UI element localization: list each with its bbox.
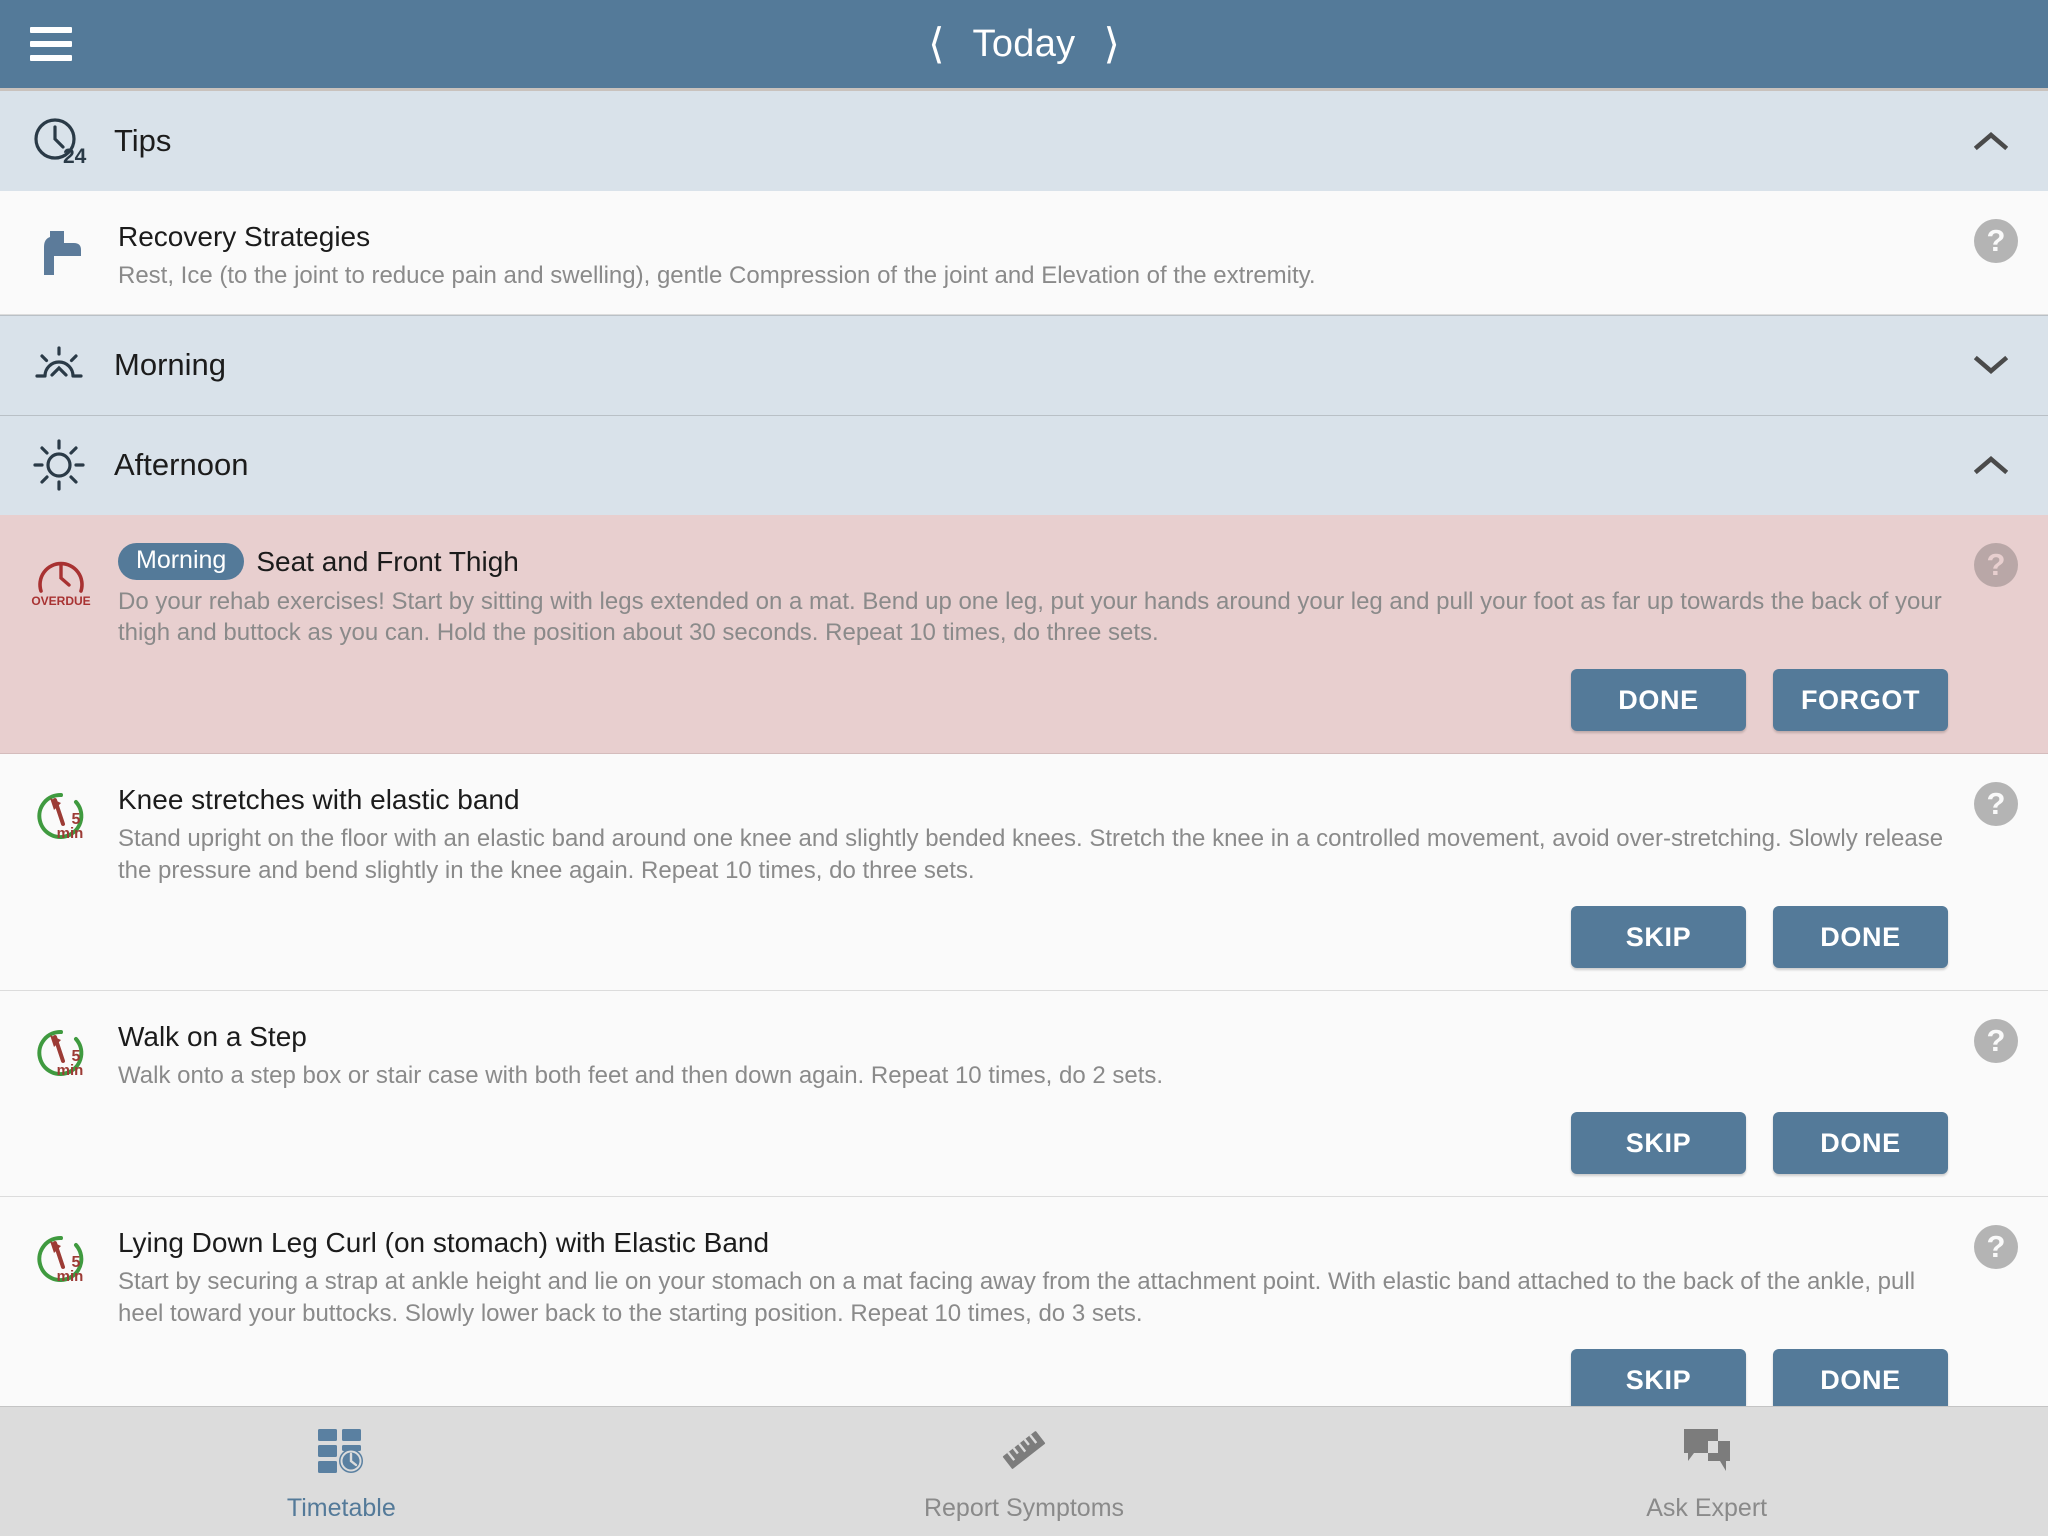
current-day-title: Today xyxy=(972,22,1076,65)
svg-text:min: min xyxy=(57,825,84,842)
task-body: Morning Seat and Front Thigh Do your reh… xyxy=(118,542,1948,732)
svg-text:min: min xyxy=(57,1268,84,1285)
task-description: Stand upright on the floor with an elast… xyxy=(118,825,1944,884)
task-title: Seat and Front Thigh xyxy=(256,545,519,577)
nav-label: Ask Expert xyxy=(1646,1493,1768,1522)
pointing-hand-icon xyxy=(30,223,92,281)
task-title: Lying Down Leg Curl (on stomach) with El… xyxy=(118,1227,770,1259)
task-row[interactable]: 5 min Lying Down Leg Curl (on stomach) w… xyxy=(0,1197,2048,1406)
nav-item-timetable[interactable]: Timetable xyxy=(0,1407,683,1536)
schedule-scroll-area[interactable]: 24 Tips Recovery Strategies Rest, Ice (t… xyxy=(0,91,2048,1406)
nav-label: Report Symptoms xyxy=(923,1493,1125,1522)
task-title-line: Lying Down Leg Curl (on stomach) with El… xyxy=(118,1225,1948,1260)
task-description: Do your rehab exercises! Start by sittin… xyxy=(118,587,1942,647)
overdue-clock-icon: OVERDUE xyxy=(30,547,92,609)
help-icon[interactable]: ? xyxy=(1974,782,2018,827)
task-actions: SKIP DONE xyxy=(118,906,1948,969)
task-title: Walk on a Step xyxy=(118,1021,307,1053)
nav-item-ask-expert[interactable]: Ask Expert xyxy=(1365,1407,2048,1536)
top-app-bar: ⟨ Today ⟩ xyxy=(0,0,2048,91)
tip-title: Recovery Strategies xyxy=(118,221,371,252)
task-row[interactable]: 5 min Knee stretches with elastic band S… xyxy=(0,754,2048,992)
next-day-chevron-right-icon[interactable]: ⟩ xyxy=(1103,23,1119,65)
help-icon[interactable]: ? xyxy=(1974,1225,2018,1270)
done-button[interactable]: DONE xyxy=(1773,1112,1948,1175)
task-description: Walk onto a step box or stair case with … xyxy=(118,1062,1164,1090)
section-title: Tips xyxy=(114,123,172,158)
nav-label: Timetable xyxy=(286,1493,396,1522)
task-row[interactable]: OVERDUE Morning Seat and Front Thigh Do … xyxy=(0,514,2048,755)
skip-button[interactable]: SKIP xyxy=(1571,1112,1746,1175)
task-title-line: Morning Seat and Front Thigh xyxy=(118,542,1948,580)
task-body: Walk on a Step Walk onto a step box or s… xyxy=(118,1019,1948,1175)
tip-description: Rest, Ice (to the joint to reduce pain a… xyxy=(118,262,1316,289)
task-row[interactable]: 5 min Walk on a Step Walk onto a step bo… xyxy=(0,991,2048,1198)
section-title: Morning xyxy=(114,347,226,383)
previous-day-chevron-left-icon[interactable]: ⟨ xyxy=(928,23,944,65)
done-button[interactable]: DONE xyxy=(1773,1349,1948,1406)
task-title-line: Walk on a Step xyxy=(118,1019,1948,1054)
expand-chevron-down-icon[interactable] xyxy=(1974,355,2008,375)
nav-item-report-symptoms[interactable]: Report Symptoms xyxy=(683,1407,1366,1536)
bottom-navigation-bar: Timetable Report Symptoms Ask Expert xyxy=(0,1406,2048,1536)
help-icon[interactable]: ? xyxy=(1974,542,2018,587)
clock-24-icon: 24 xyxy=(30,112,88,170)
timer-5min-icon: 5 min xyxy=(30,1229,92,1289)
sun-icon xyxy=(30,436,88,494)
ruler-icon xyxy=(995,1421,1053,1484)
svg-text:min: min xyxy=(57,1062,84,1079)
task-actions: SKIP DONE xyxy=(118,1349,1948,1406)
done-button[interactable]: DONE xyxy=(1773,906,1948,969)
task-title: Knee stretches with elastic band xyxy=(118,784,520,816)
skip-button[interactable]: SKIP xyxy=(1571,1349,1746,1406)
section-title: Afternoon xyxy=(114,447,249,483)
sunrise-icon xyxy=(30,336,88,394)
forgot-button[interactable]: FORGOT xyxy=(1773,669,1948,732)
help-icon[interactable]: ? xyxy=(1974,219,2018,263)
svg-text:OVERDUE: OVERDUE xyxy=(31,594,90,608)
timetable-icon xyxy=(312,1421,370,1484)
tip-body: Recovery Strategies Rest, Ice (to the jo… xyxy=(118,219,1948,292)
section-header-afternoon[interactable]: Afternoon xyxy=(0,414,2048,515)
done-button[interactable]: DONE xyxy=(1571,669,1746,732)
collapse-chevron-up-icon[interactable] xyxy=(1974,455,2008,475)
tip-row[interactable]: Recovery Strategies Rest, Ice (to the jo… xyxy=(0,191,2048,315)
timer-5min-icon: 5 min xyxy=(30,1023,92,1083)
date-navigator: ⟨ Today ⟩ xyxy=(928,23,1120,66)
chat-bubbles-icon xyxy=(1678,1421,1736,1484)
hamburger-menu-icon[interactable] xyxy=(30,27,72,61)
svg-text:24: 24 xyxy=(63,145,87,168)
task-body: Knee stretches with elastic band Stand u… xyxy=(118,782,1948,969)
time-of-day-badge: Morning xyxy=(118,542,245,580)
task-actions: SKIP DONE xyxy=(118,1112,1948,1175)
collapse-chevron-up-icon[interactable] xyxy=(1974,131,2008,151)
timer-5min-icon: 5 min xyxy=(30,786,92,846)
app-root: ⟨ Today ⟩ 24 Tips Recovery Strategies Re… xyxy=(0,0,2048,1536)
task-body: Lying Down Leg Curl (on stomach) with El… xyxy=(118,1225,1948,1406)
skip-button[interactable]: SKIP xyxy=(1571,906,1746,969)
task-actions: DONE FORGOT xyxy=(118,669,1948,732)
task-title-line: Knee stretches with elastic band xyxy=(118,782,1948,817)
help-icon[interactable]: ? xyxy=(1974,1019,2018,1064)
task-description: Start by securing a strap at ankle heigh… xyxy=(118,1268,1916,1327)
section-header-tips[interactable]: 24 Tips xyxy=(0,91,2048,191)
section-header-morning[interactable]: Morning xyxy=(0,314,2048,415)
